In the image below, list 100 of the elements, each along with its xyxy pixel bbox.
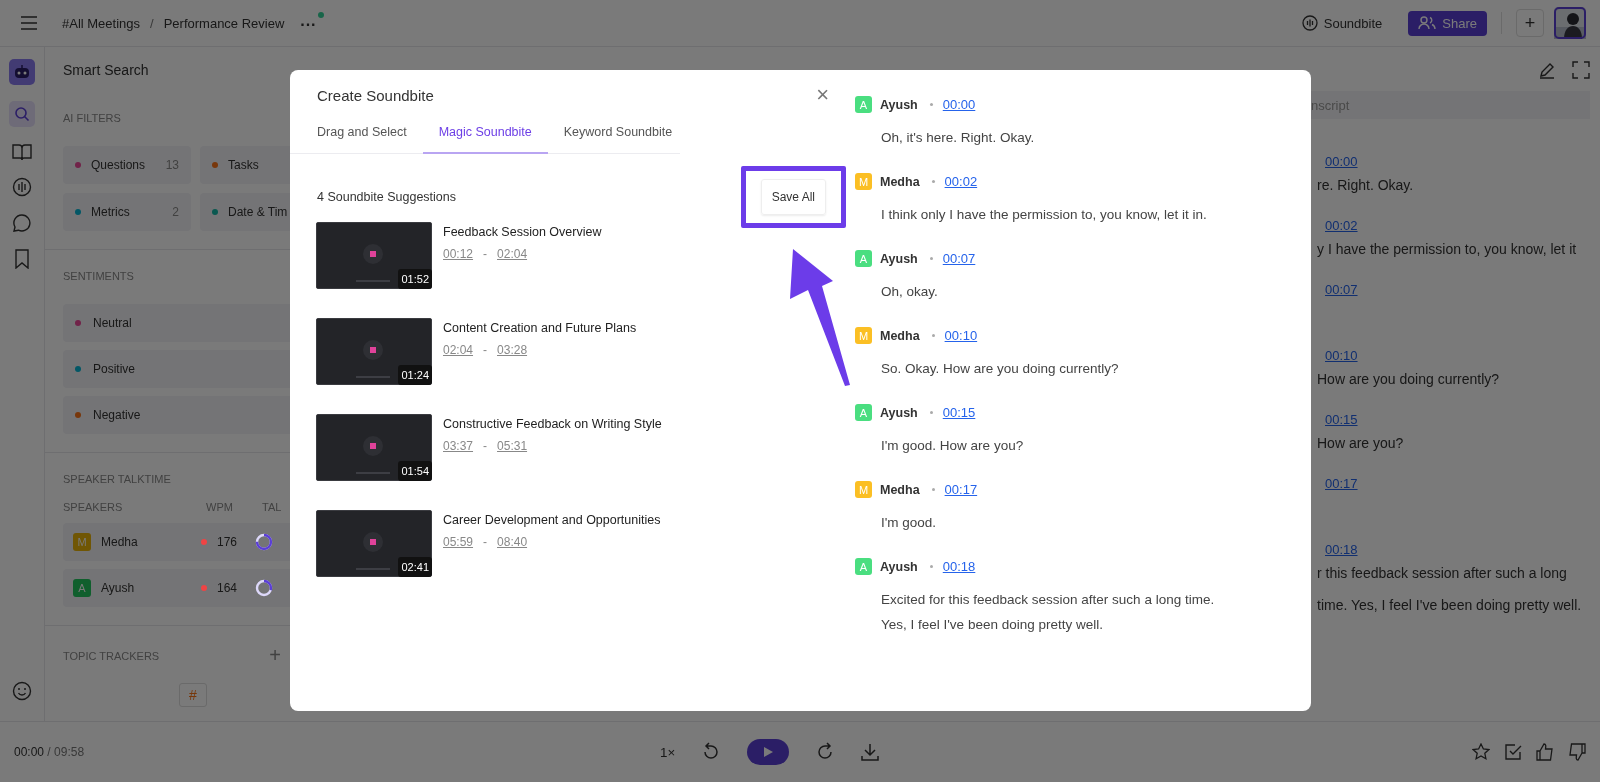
timestamp-link[interactable]: 00:17 [944, 482, 978, 497]
end-time-link[interactable]: 05:31 [497, 439, 528, 453]
transcript-text: Oh, it's here. Right. Okay. [881, 129, 1036, 147]
transcript-text: Excited for this feedback session after such a long time. Yes, I feel I've been doing pretty well. [881, 591, 1216, 634]
column-header: WPM [206, 501, 234, 513]
close-button[interactable]: × [816, 84, 829, 106]
duration-badge: 02:41 [398, 557, 432, 577]
section-heading: TOPIC TRACKERS [63, 649, 160, 662]
section-heading: AI FILTERS [63, 112, 122, 124]
speaker-name: Ayush [880, 97, 918, 112]
column-header: TAL [262, 501, 282, 513]
speaker-name: Medha [880, 482, 920, 497]
breadcrumb-link[interactable]: #All Meetings [62, 15, 141, 31]
start-time-link[interactable]: 00:12 [443, 247, 474, 261]
download-icon[interactable] [861, 743, 880, 761]
smiley-icon[interactable] [12, 681, 32, 701]
time-display: 00:00 / 09:58 [14, 745, 85, 759]
speaker-name: Medha [880, 174, 920, 189]
end-time-link[interactable]: 02:04 [497, 247, 528, 261]
people-icon [1418, 16, 1437, 30]
speed-button[interactable]: 1× [660, 744, 676, 760]
speaker-avatar: A [855, 558, 872, 575]
start-time-link[interactable]: 02:04 [443, 343, 474, 357]
topic-tile: # [179, 683, 207, 707]
checkbox-icon[interactable] [1504, 743, 1522, 761]
soundwave-icon[interactable] [12, 177, 32, 197]
add-topic-button[interactable]: + [269, 644, 281, 667]
more-button[interactable]: ··· [300, 12, 325, 34]
duration-badge: 01:52 [398, 269, 432, 289]
timestamp-link[interactable]: 00:15 [942, 405, 976, 420]
thumbs-down-icon[interactable] [1568, 743, 1586, 761]
talktime-ring [255, 579, 273, 597]
share-button[interactable]: Share [1408, 10, 1487, 36]
breadcrumb-link[interactable]: Performance Review [163, 15, 285, 31]
end-time-link[interactable]: 03:28 [497, 343, 528, 357]
speaker-name: Medha [101, 535, 139, 549]
timestamp-link[interactable]: 00:10 [944, 328, 978, 343]
timestamp-link[interactable]: 00:07 [942, 251, 976, 266]
panel-title: Smart Search [63, 62, 150, 78]
tab[interactable]: Magic Soundbite [422, 119, 548, 154]
expand-icon[interactable] [1572, 61, 1590, 79]
timestamp-link[interactable]: 00:00 [942, 97, 976, 112]
timestamp-link[interactable]: 00:07 [1325, 282, 1358, 297]
column-header: SPEAKERS [63, 501, 124, 513]
transcript-text: How are you? [1317, 435, 1405, 451]
speaker-avatar: A [855, 404, 872, 421]
timestamp-link[interactable]: 00:18 [942, 559, 976, 574]
timestamp-link[interactable]: 00:15 [1325, 412, 1358, 427]
speaker-name: Ayush [880, 559, 918, 574]
transcript-text: How are you doing currently? [1317, 371, 1501, 387]
duration-badge: 01:24 [398, 365, 432, 385]
range-separator: - [483, 439, 488, 453]
speaker-name: Ayush [101, 581, 136, 595]
timestamp-link[interactable]: 00:02 [944, 174, 978, 189]
add-button[interactable]: + [1516, 9, 1544, 37]
speaker-avatar: M [855, 173, 872, 190]
menu-icon[interactable] [20, 16, 38, 30]
transcript-text: So. Okay. How are you doing currently? [881, 360, 1120, 378]
transcript-text: I'm good. How are you? [881, 437, 1025, 455]
star-icon[interactable] [1472, 743, 1490, 761]
end-time-link[interactable]: 08:40 [497, 535, 528, 549]
wpm-value: 164 [217, 581, 239, 595]
transcript-text: r this feedback session after such a long [1317, 565, 1568, 581]
duration-badge: 01:54 [398, 461, 432, 481]
suggestion-title: Content Creation and Future Plans [443, 321, 637, 335]
range-separator: - [483, 535, 488, 549]
talktime-ring [255, 533, 273, 551]
transcript-text: I'm good. [881, 514, 938, 532]
play-icon [762, 746, 775, 758]
book-icon[interactable] [12, 143, 32, 161]
dialog-title: Create Soundbite [317, 86, 434, 104]
thumbs-up-icon[interactable] [1536, 743, 1554, 761]
pencil-icon[interactable] [1538, 61, 1556, 79]
speaker-avatar: M [855, 481, 872, 498]
chat-icon[interactable] [12, 213, 32, 233]
search-icon[interactable] [9, 101, 35, 127]
timestamp-link[interactable]: 00:00 [1325, 154, 1358, 169]
play-button[interactable] [747, 739, 790, 765]
timestamp-link[interactable]: 00:17 [1325, 476, 1358, 491]
soundbite-button[interactable]: Soundbite [1301, 15, 1383, 31]
speaker-avatar: A [855, 250, 872, 267]
timestamp-link[interactable]: 00:18 [1325, 542, 1358, 557]
wpm-value: 176 [217, 535, 239, 549]
transcript-text: time. Yes, I feel I've been doing pretty well. [1317, 597, 1583, 613]
save-all-button[interactable]: Save All [760, 179, 826, 215]
bot-logo-icon[interactable] [9, 59, 35, 85]
speaker-name: Ayush [880, 251, 918, 266]
bookmark-icon[interactable] [14, 249, 30, 269]
timestamp-link[interactable]: 00:10 [1325, 348, 1358, 363]
timestamp-link[interactable]: 00:02 [1325, 218, 1358, 233]
start-time-link[interactable]: 03:37 [443, 439, 474, 453]
transcript-text: Oh, okay. [881, 283, 939, 301]
tab[interactable]: Keyword Soundbite [547, 119, 689, 154]
breadcrumb-separator: / [150, 15, 154, 31]
speaker-name: Medha [880, 328, 920, 343]
section-heading: SENTIMENTS [63, 270, 135, 282]
speaker-name: Ayush [880, 405, 918, 420]
speaker-avatar: M [73, 533, 91, 551]
start-time-link[interactable]: 05:59 [443, 535, 474, 549]
range-separator: - [483, 343, 488, 357]
